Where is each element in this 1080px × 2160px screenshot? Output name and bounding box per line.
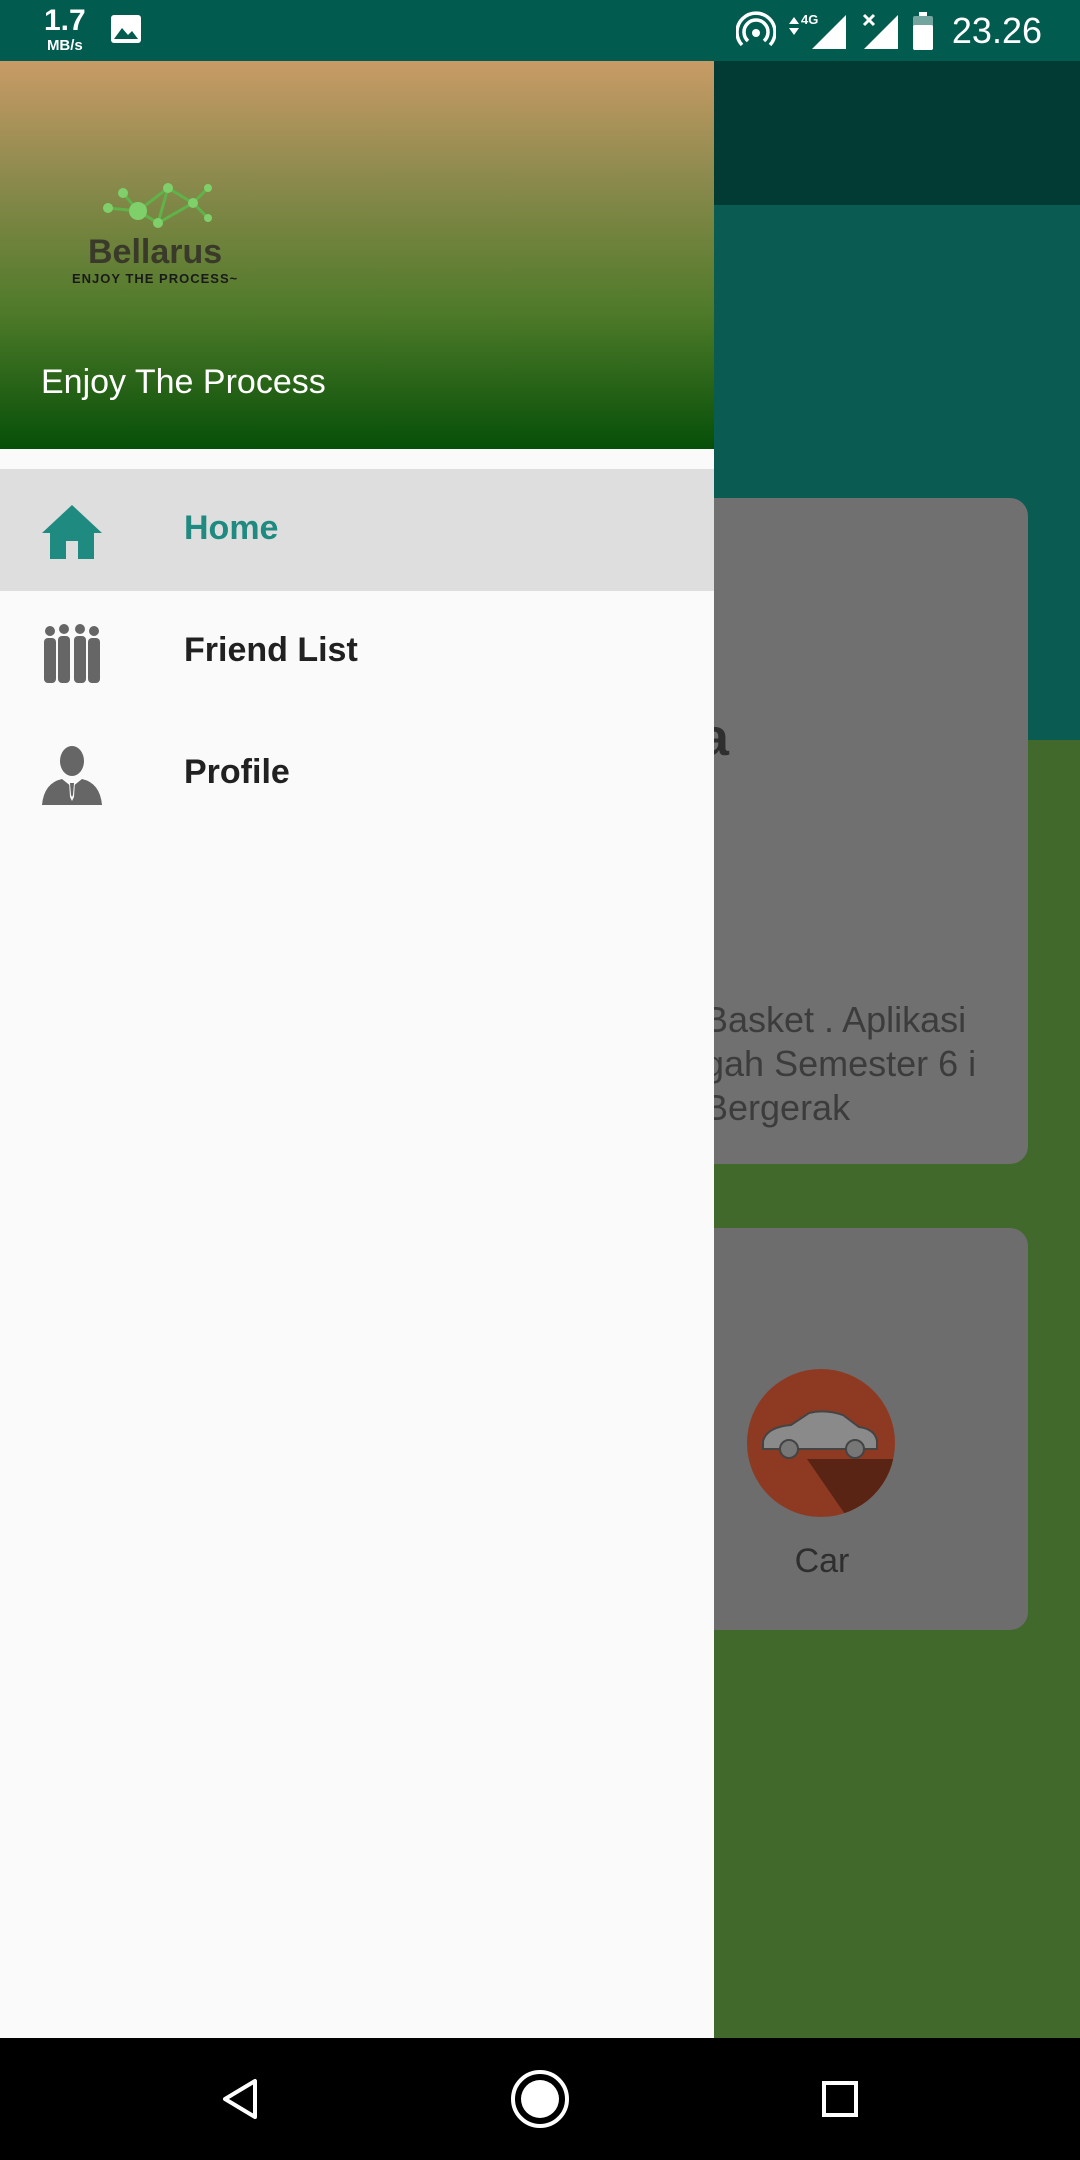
network-type: 4G [801,12,818,27]
clock: 23.26 [951,10,1042,51]
menu-item-friend-list[interactable]: Friend List [0,591,714,713]
logo-tagline: ENJOY THE PROCESS~ [72,271,239,286]
drawer-header: Bellarus ENJOY THE PROCESS~ Enjoy The Pr… [0,61,714,449]
car-icon [762,1410,895,1517]
drawer-header-title: Enjoy The Process [41,363,326,401]
system-navigation-bar [0,2038,1080,2160]
status-bar: 1.7 MB/s 4G 23.26 [0,0,1080,61]
car-icon-circle [747,1369,895,1517]
home-button-icon[interactable] [505,2064,575,2134]
person-icon [42,746,102,805]
menu-label-home: Home [184,509,279,547]
menu-label-friend-list: Friend List [184,631,358,669]
logo-name: Bellarus [88,233,223,271]
gallery-icon [111,15,141,43]
home-icon [42,505,102,559]
battery-icon [912,12,933,50]
drawer-menu: Home Friend List Profile [0,469,714,835]
back-icon[interactable] [205,2064,275,2134]
hotspot-icon [735,11,776,47]
menu-label-profile: Profile [184,753,290,791]
group-icon [44,624,100,683]
menu-item-profile[interactable]: Profile [0,713,714,835]
recents-icon[interactable] [805,2064,875,2134]
network-speed: 1.7 MB/s [44,4,86,54]
signal-icon: 4G [788,12,846,49]
menu-item-home[interactable]: Home [0,469,714,591]
navigation-drawer: Bellarus ENJOY THE PROCESS~ Enjoy The Pr… [0,61,714,2038]
bellarus-logo: Bellarus ENJOY THE PROCESS~ [68,173,268,293]
card-description: Basket . Aplikasi gah Semester 6 i Berge… [704,999,977,1128]
signal-x-icon [862,13,898,49]
